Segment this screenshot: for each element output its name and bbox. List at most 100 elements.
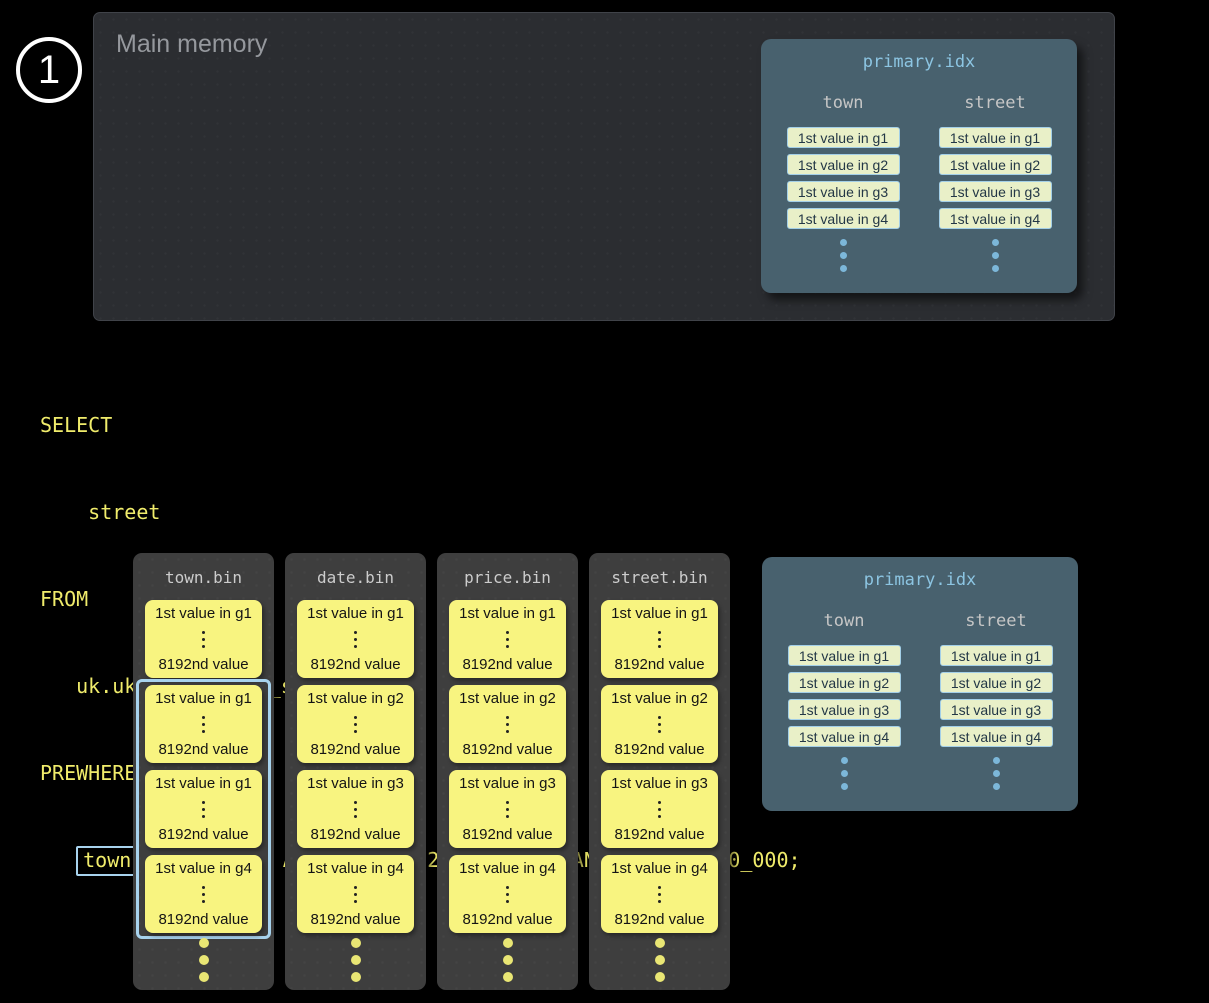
granule-top-label: 1st value in g4 — [155, 860, 252, 877]
ellipsis-dots-icon — [655, 938, 665, 982]
main-memory-title: Main memory — [116, 30, 267, 59]
granule-bottom-label: 8192nd value — [158, 911, 248, 928]
ellipsis-dots-icon — [503, 938, 513, 982]
ellipsis-dots-icon — [841, 757, 848, 790]
granule-top-label: 1st value in g3 — [459, 775, 556, 792]
index-column-street: street 1st value in g1 1st value in g2 1… — [939, 92, 1052, 272]
granule-block: 1st value in g1 8192nd value — [449, 600, 566, 678]
granule-block: 1st value in g2 8192nd value — [601, 685, 718, 763]
granule-ellipsis-icon — [506, 631, 509, 648]
granule-ellipsis-icon — [658, 716, 661, 733]
granule-bottom-label: 8192nd value — [614, 656, 704, 673]
index-entry: 1st value in g3 — [940, 699, 1053, 720]
primary-index-title: primary.idx — [762, 569, 1078, 591]
granule-top-label: 1st value in g3 — [307, 775, 404, 792]
selected-granules-highlight: 1st value in g1 8192nd value 1st value i… — [136, 679, 271, 939]
step-number-badge: 1 — [16, 37, 82, 103]
granule-ellipsis-icon — [354, 801, 357, 818]
index-entry: 1st value in g1 — [788, 645, 901, 666]
granule-block: 1st value in g4 8192nd value — [145, 855, 262, 933]
index-entry: 1st value in g2 — [787, 154, 900, 175]
granule-bottom-label: 8192nd value — [158, 741, 248, 758]
index-entry: 1st value in g1 — [939, 127, 1052, 148]
granule-top-label: 1st value in g2 — [307, 690, 404, 707]
granule-ellipsis-icon — [202, 886, 205, 903]
granule-block: 1st value in g1 8192nd value — [601, 600, 718, 678]
granule-ellipsis-icon — [354, 716, 357, 733]
bin-column-title: street.bin — [611, 567, 707, 589]
index-entry: 1st value in g2 — [788, 672, 901, 693]
sql-line-column: street — [40, 498, 801, 527]
index-entry: 1st value in g3 — [939, 181, 1052, 202]
ellipsis-dots-icon — [992, 239, 999, 272]
index-entry: 1st value in g2 — [939, 154, 1052, 175]
granule-top-label: 1st value in g4 — [307, 860, 404, 877]
granule-bottom-label: 8192nd value — [462, 911, 552, 928]
granule-top-label: 1st value in g2 — [459, 690, 556, 707]
index-entry: 1st value in g3 — [787, 181, 900, 202]
granule-bottom-label: 8192nd value — [614, 741, 704, 758]
index-entry: 1st value in g4 — [939, 208, 1052, 229]
granule-block: 1st value in g4 8192nd value — [601, 855, 718, 933]
sql-line-select: SELECT — [40, 411, 801, 440]
granule-bottom-label: 8192nd value — [158, 826, 248, 843]
granule-ellipsis-icon — [506, 886, 509, 903]
sql-indent — [40, 846, 76, 875]
granule-top-label: 1st value in g1 — [155, 690, 252, 707]
primary-index-panel-memory: primary.idx town 1st value in g1 1st val… — [761, 39, 1077, 293]
granule-ellipsis-icon — [354, 631, 357, 648]
granule-block: 1st value in g3 8192nd value — [449, 770, 566, 848]
granule-ellipsis-icon — [506, 801, 509, 818]
granule-ellipsis-icon — [202, 631, 205, 648]
ellipsis-dots-icon — [199, 938, 209, 982]
granule-top-label: 1st value in g1 — [155, 605, 252, 622]
granule-ellipsis-icon — [658, 886, 661, 903]
ellipsis-dots-icon — [993, 757, 1000, 790]
primary-index-panel-disk: primary.idx town 1st value in g1 1st val… — [762, 557, 1078, 811]
bin-column-title: date.bin — [317, 567, 394, 589]
granule-ellipsis-icon — [658, 801, 661, 818]
granule-block: 1st value in g1 8192nd value — [145, 600, 262, 678]
index-entry: 1st value in g4 — [788, 726, 901, 747]
granule-block: 1st value in g3 8192nd value — [601, 770, 718, 848]
granule-block: 1st value in g1 8192nd value — [297, 600, 414, 678]
granule-block: 1st value in g2 8192nd value — [449, 685, 566, 763]
granule-block: 1st value in g4 8192nd value — [449, 855, 566, 933]
granule-bottom-label: 8192nd value — [462, 656, 552, 673]
primary-index-title: primary.idx — [761, 51, 1077, 73]
granule-bottom-label: 8192nd value — [614, 826, 704, 843]
granule-block: 1st value in g3 8192nd value — [297, 770, 414, 848]
granule-top-label: 1st value in g1 — [307, 605, 404, 622]
ellipsis-dots-icon — [351, 938, 361, 982]
granule-ellipsis-icon — [506, 716, 509, 733]
granule-bottom-label: 8192nd value — [614, 911, 704, 928]
granule-block: 1st value in g1 8192nd value — [145, 770, 262, 848]
granule-top-label: 1st value in g1 — [155, 775, 252, 792]
bin-column-street: street.bin 1st value in g1 8192nd value … — [589, 553, 730, 990]
granule-bottom-label: 8192nd value — [462, 741, 552, 758]
index-entry: 1st value in g1 — [787, 127, 900, 148]
ellipsis-dots-icon — [840, 239, 847, 272]
index-column-header-street: street — [964, 92, 1025, 114]
index-column-street: street 1st value in g1 1st value in g2 1… — [940, 610, 1053, 790]
granule-ellipsis-icon — [202, 801, 205, 818]
bin-column-price: price.bin 1st value in g1 8192nd value 1… — [437, 553, 578, 990]
granule-ellipsis-icon — [202, 716, 205, 733]
granule-bottom-label: 8192nd value — [462, 826, 552, 843]
bin-column-date: date.bin 1st value in g1 8192nd value 1s… — [285, 553, 426, 990]
index-column-header-town: town — [823, 92, 864, 114]
index-column-header-street: street — [965, 610, 1026, 632]
granule-top-label: 1st value in g1 — [611, 605, 708, 622]
granule-block: 1st value in g4 8192nd value — [297, 855, 414, 933]
granule-top-label: 1st value in g1 — [459, 605, 556, 622]
granule-top-label: 1st value in g2 — [611, 690, 708, 707]
granule-ellipsis-icon — [354, 886, 357, 903]
granule-ellipsis-icon — [658, 631, 661, 648]
index-entry: 1st value in g1 — [940, 645, 1053, 666]
bin-column-title: town.bin — [165, 567, 242, 589]
granule-bottom-label: 8192nd value — [310, 741, 400, 758]
granule-top-label: 1st value in g4 — [459, 860, 556, 877]
granule-top-label: 1st value in g4 — [611, 860, 708, 877]
index-entry: 1st value in g2 — [940, 672, 1053, 693]
granule-block: 1st value in g1 8192nd value — [145, 685, 262, 763]
